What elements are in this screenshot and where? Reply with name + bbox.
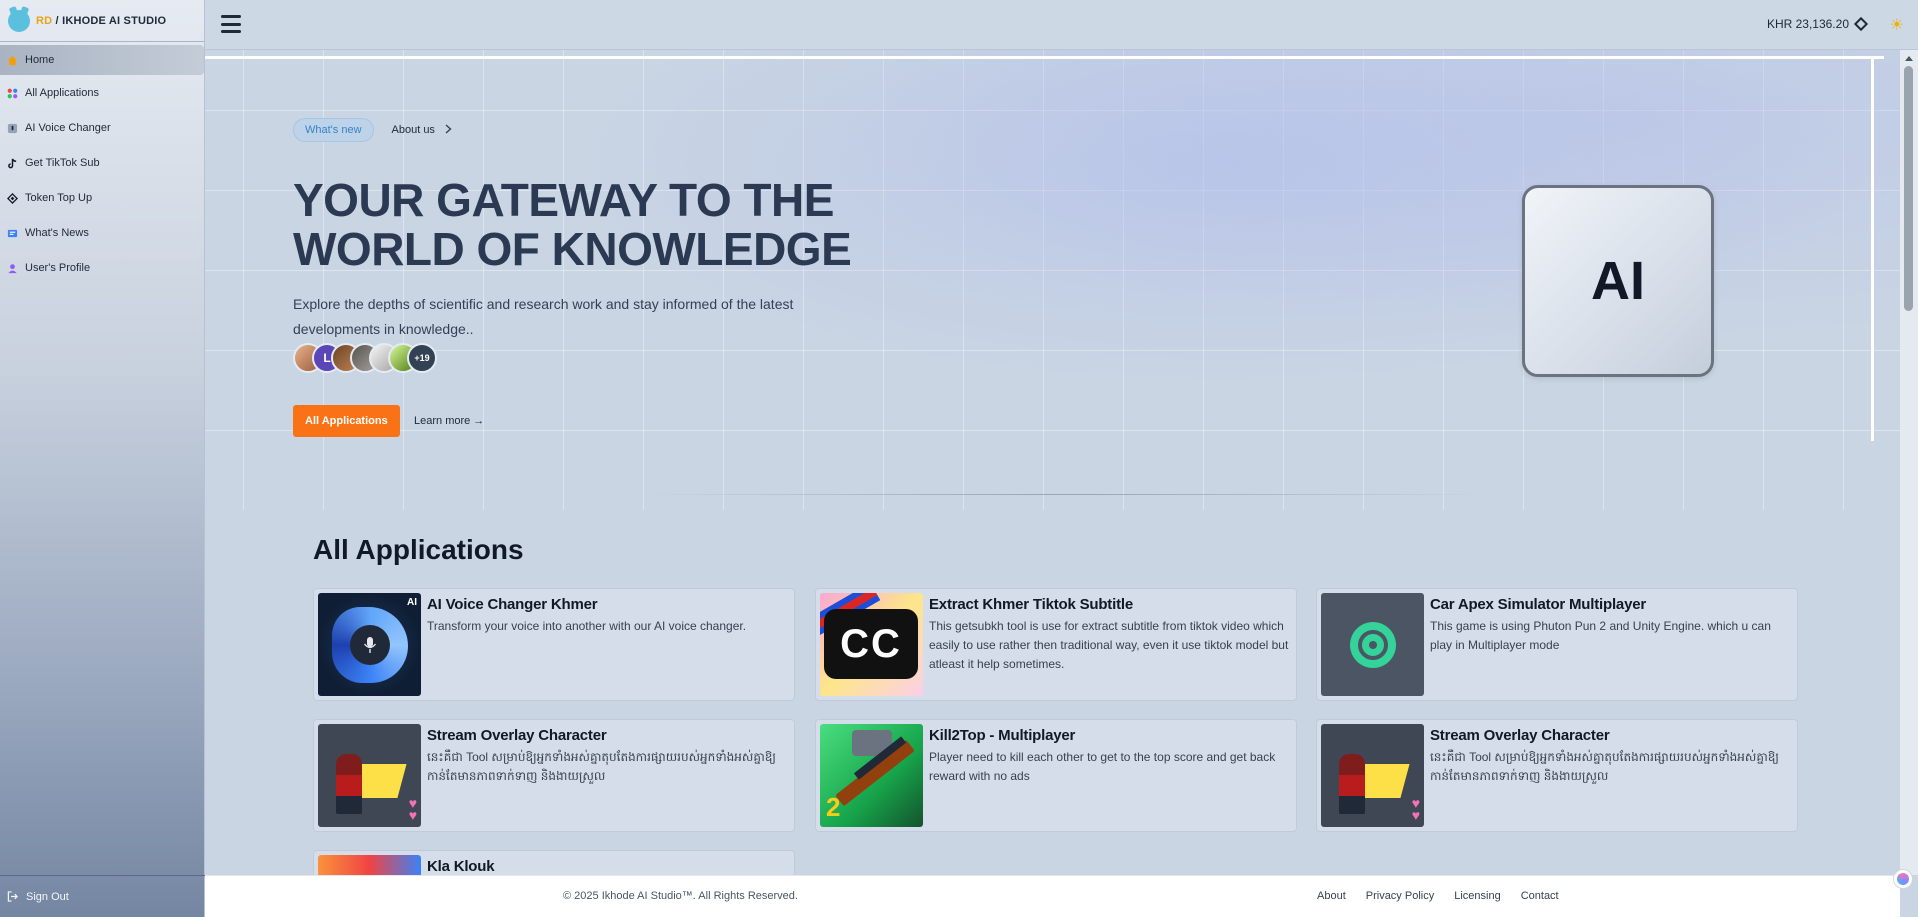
app-thumbnail: ♥ ♥ [318, 724, 421, 827]
app-description: Player need to kill each other to get to… [929, 750, 1276, 783]
sidebar-item-token-top-up[interactable]: Token Top Up [0, 181, 204, 215]
sidebar-item-label: All Applications [25, 87, 99, 99]
brand[interactable]: RD / IKHODE AI STUDIO [0, 0, 204, 42]
app-thumbnail [1321, 593, 1424, 696]
app-description: នេះគឺជា Tool សម្រាប់ឱ្យអ្នកទាំងអស់គ្នាតុ… [427, 750, 776, 783]
app-description: នេះគឺជា Tool សម្រាប់ឱ្យអ្នកទាំងអស់គ្នាតុ… [1430, 750, 1779, 783]
footer-link-privacy-policy[interactable]: Privacy Policy [1366, 890, 1434, 902]
footer-links: About Privacy Policy Licensing Contact [1317, 890, 1559, 902]
apps-icon [6, 87, 18, 99]
app-card[interactable]: Car Apex Simulator Multiplayer This game… [1316, 588, 1798, 701]
avatar-group: L +19 [293, 343, 437, 373]
app-thumbnail: 2 [820, 724, 923, 827]
sidebar-item-get-tiktok-sub[interactable]: Get TikTok Sub [0, 146, 204, 180]
sidebar-item-label: Get TikTok Sub [25, 157, 100, 169]
copyright-text: © 2025 Ikhode AI Studio™. All Rights Res… [563, 890, 798, 902]
menu-toggle-icon[interactable] [221, 15, 241, 33]
closed-caption-icon: CC [824, 609, 918, 679]
app-title: Extract Khmer Tiktok Subtitle [929, 596, 1133, 613]
app-card[interactable]: AI AI Voice Changer Khmer Transform your… [313, 588, 795, 701]
raccoon-logo-icon [8, 9, 30, 32]
avatar-more-count: +19 [407, 343, 437, 373]
hero-title: YOUR GATEWAY TO THE WORLD OF KNOWLEDGE [293, 174, 852, 275]
app-title: Kla Klouk [427, 858, 495, 875]
token-balance[interactable]: KHR 23,136.20 [1766, 16, 1869, 32]
app-card[interactable]: CC Extract Khmer Tiktok Subtitle This ge… [815, 588, 1297, 701]
scrollbar-thumb[interactable] [1904, 66, 1913, 311]
sidebar-item-home[interactable]: Home [0, 45, 204, 75]
sign-out-label: Sign Out [26, 890, 69, 903]
token-diamond-icon [1853, 16, 1869, 32]
app-title: Stream Overlay Character [1430, 727, 1610, 744]
hero-frame-top [205, 56, 1884, 61]
app-thumbnail: AI [318, 593, 421, 696]
app-title: Stream Overlay Character [427, 727, 607, 744]
hero-frame-right [1871, 56, 1874, 441]
scroll-up-arrow-icon[interactable] [1905, 56, 1913, 61]
sidebar-item-label: Token Top Up [25, 192, 93, 204]
app-title: Car Apex Simulator Multiplayer [1430, 596, 1646, 613]
app-card[interactable]: ♥ ♥ Stream Overlay Character នេះគឺជា Tool… [313, 719, 795, 832]
app-thumbnail: CC [820, 593, 923, 696]
steering-wheel-icon [1349, 621, 1396, 668]
thumbnail-ai-tag: AI [407, 597, 417, 608]
sidebar-nav: Home All Applications AI Voice Changer G… [0, 45, 204, 285]
hearts-icon: ♥ ♥ [408, 795, 417, 823]
about-us-label: About us [391, 124, 435, 136]
section-divider [640, 494, 1490, 495]
ai-badge: AI [1522, 185, 1714, 377]
microphone-icon [350, 625, 390, 665]
footer-link-about[interactable]: About [1317, 890, 1346, 902]
app-description: Transform your voice into another with o… [427, 619, 747, 633]
token-icon [6, 192, 18, 204]
news-icon [6, 227, 18, 239]
balance-value: KHR 23,136.20 [1766, 17, 1849, 31]
app-title: AI Voice Changer Khmer [427, 596, 598, 613]
sidebar-item-label: Home [25, 54, 55, 66]
sidebar: RD / IKHODE AI STUDIO Home All Applicati… [0, 0, 205, 917]
app-description: This getsubkh tool is use for extract su… [929, 619, 1289, 671]
hero-subtitle: Explore the depths of scientific and res… [293, 296, 794, 337]
character-icon [336, 754, 362, 814]
learn-more-link[interactable]: Learn more → [414, 415, 484, 427]
whats-new-pill[interactable]: What's new [293, 118, 374, 142]
hero-badges: What's new About us [293, 118, 452, 142]
sidebar-item-label: What's News [25, 227, 89, 239]
sign-out-icon [6, 891, 18, 903]
app-card[interactable]: ♥ ♥ Stream Overlay Character នេះគឺជា Tool… [1316, 719, 1798, 832]
thumbnail-number: 2 [826, 792, 841, 822]
theme-toggle-sun-icon[interactable]: ☀ [1890, 15, 1904, 35]
footer-link-licensing[interactable]: Licensing [1454, 890, 1500, 902]
tiktok-icon [6, 157, 18, 169]
app-description: This game is using Phuton Pun 2 and Unit… [1430, 619, 1771, 652]
sidebar-item-whats-news[interactable]: What's News [0, 216, 204, 250]
sidebar-item-all-applications[interactable]: All Applications [0, 76, 204, 110]
app-card[interactable]: 2 Kill2Top - Multiplayer Player need to … [815, 719, 1297, 832]
home-icon [6, 54, 18, 66]
vertical-scrollbar[interactable] [1900, 50, 1918, 875]
footer-link-contact[interactable]: Contact [1521, 890, 1559, 902]
profile-icon [6, 262, 18, 274]
footer: © 2025 Ikhode AI Studio™. All Rights Res… [205, 875, 1900, 917]
assistant-floating-icon[interactable] [1894, 870, 1912, 888]
hero-section: What's new About us YOUR GATEWAY TO THE … [205, 50, 1900, 510]
sign-out-button[interactable]: Sign Out [0, 875, 205, 917]
top-bar: KHR 23,136.20 ☀ [205, 0, 1918, 50]
sidebar-item-users-profile[interactable]: User's Profile [0, 251, 204, 285]
voice-icon [6, 122, 18, 134]
app-thumbnail: ♥ ♥ [1321, 724, 1424, 827]
all-applications-button[interactable]: All Applications [293, 405, 400, 437]
sidebar-item-label: AI Voice Changer [25, 122, 111, 134]
section-title: All Applications [313, 534, 524, 565]
sidebar-item-label: User's Profile [25, 262, 91, 274]
brand-title: RD / IKHODE AI STUDIO [36, 14, 167, 27]
about-us-link[interactable]: About us [391, 123, 452, 137]
hearts-icon: ♥ ♥ [1411, 795, 1420, 823]
chevron-right-icon [445, 123, 452, 137]
sidebar-item-ai-voice-changer[interactable]: AI Voice Changer [0, 111, 204, 145]
character-icon [1339, 754, 1365, 814]
app-title: Kill2Top - Multiplayer [929, 727, 1076, 744]
